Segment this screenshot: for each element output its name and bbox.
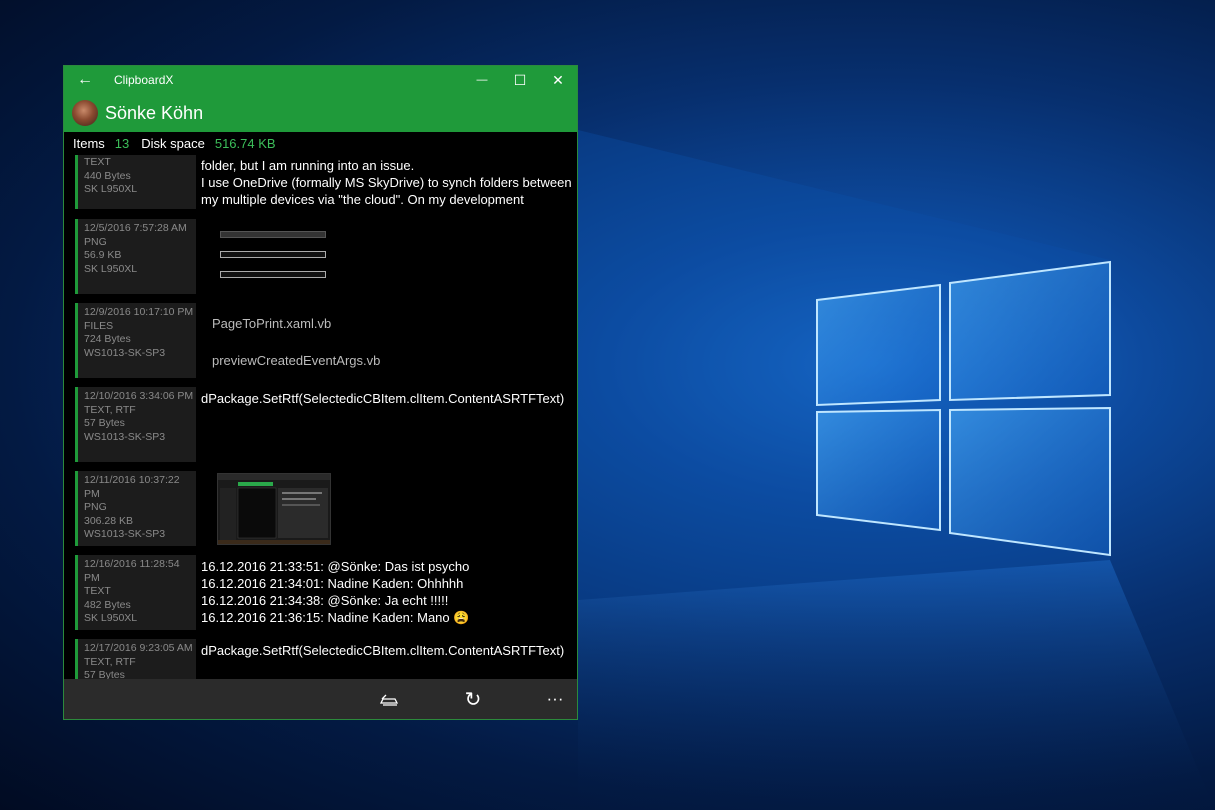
text-line: my multiple devices via "the cloud". On … xyxy=(201,192,524,207)
text-line: 16.12.2016 21:34:01: Nadine Kaden: Ohhhh… xyxy=(201,576,464,591)
disk-space-value: 516.74 KB xyxy=(214,135,276,151)
item-type: TEXT, RTF xyxy=(84,655,136,668)
items-label: Items xyxy=(73,135,105,151)
list-item[interactable]: TEXT 440 Bytes SK L950XL folder, but I a… xyxy=(75,155,575,211)
text-line: I use OneDrive (formally MS SkyDrive) to… xyxy=(201,175,572,190)
user-name: Sönke Köhn xyxy=(105,102,204,123)
item-text: dPackage.SetRtf(SelectedicCBItem.clItem.… xyxy=(201,390,564,407)
list-item[interactable]: 12/17/2016 9:23:05 AM TEXT, RTF 57 Bytes… xyxy=(75,639,575,680)
item-type: TEXT xyxy=(84,156,111,168)
item-device: WS1013-SK-SP3 xyxy=(84,528,166,540)
command-bar: ↻ ··· xyxy=(64,679,577,719)
item-meta: TEXT 440 Bytes SK L950XL xyxy=(75,155,196,209)
item-device: SK L950XL xyxy=(84,183,138,195)
clear-clipboard-button[interactable] xyxy=(369,679,409,719)
item-timestamp: 12/5/2016 7:57:28 AM xyxy=(84,222,187,234)
clipboard-list[interactable]: TEXT 440 Bytes SK L950XL folder, but I a… xyxy=(64,155,577,680)
text-line: 16.12.2016 21:33:51: @Sönke: Das ist psy… xyxy=(201,559,470,574)
user-header: Sönke Köhn xyxy=(64,94,577,132)
item-text: 16.12.2016 21:33:51: @Sönke: Das ist psy… xyxy=(201,558,469,626)
maximize-icon: ☐ xyxy=(513,71,527,88)
list-item[interactable]: 12/10/2016 3:34:06 PM TEXT, RTF 57 Bytes… xyxy=(75,387,575,463)
item-device: WS1013-SK-SP3 xyxy=(84,346,166,359)
file-name: previewCreatedEventArgs.vb xyxy=(212,353,381,368)
more-icon: ··· xyxy=(546,689,564,708)
file-name: PageToPrint.xaml.vb xyxy=(212,316,332,331)
list-item[interactable]: 12/16/2016 11:28:54 PM TEXT 482 Bytes SK… xyxy=(75,555,575,631)
avatar[interactable] xyxy=(72,100,98,126)
title-bar: ← ClipboardX — ☐ ✕ xyxy=(64,66,577,94)
image-thumbnail xyxy=(217,473,331,545)
item-type: FILES xyxy=(84,319,114,332)
item-timestamp: 12/17/2016 9:23:05 AM xyxy=(84,642,193,654)
item-timestamp: 12/10/2016 3:34:06 PM xyxy=(84,390,194,402)
item-meta: 12/5/2016 7:57:28 AM PNG 56.9 KB SK L950… xyxy=(75,219,196,294)
item-type: PNG xyxy=(84,235,107,248)
item-device: SK L950XL xyxy=(84,262,138,275)
item-text: dPackage.SetRtf(SelectedicCBItem.clItem.… xyxy=(201,642,564,659)
item-timestamp: 12/9/2016 10:17:10 PM xyxy=(84,306,194,318)
items-count: 13 xyxy=(114,135,130,151)
clear-clipboard-icon xyxy=(380,694,398,706)
file-list: PageToPrint.xaml.vb previewCreatedEventA… xyxy=(212,315,380,369)
item-text: folder, but I am running into an issue. … xyxy=(201,157,572,208)
item-size: 306.28 KB xyxy=(84,514,134,527)
item-timestamp: 12/16/2016 11:28:54 PM xyxy=(84,558,180,584)
image-thumbnail xyxy=(214,221,332,291)
refresh-icon: ↻ xyxy=(464,688,482,711)
back-button[interactable]: ← xyxy=(64,66,106,94)
text-line: dPackage.SetRtf(SelectedicCBItem.clItem.… xyxy=(201,643,565,658)
item-type: TEXT, RTF xyxy=(84,403,136,416)
text-line: 16.12.2016 21:36:15: Nadine Kaden: Mano … xyxy=(201,610,470,625)
back-arrow-icon: ← xyxy=(77,71,93,88)
item-size: 482 Bytes xyxy=(84,598,131,611)
item-size: 724 Bytes xyxy=(84,333,131,345)
stats-bar: Items 13 Disk space 516.74 KB xyxy=(64,132,577,154)
clipboardx-window: ← ClipboardX — ☐ ✕ Sönke Köhn Items 13 D… xyxy=(63,65,578,720)
item-meta: 12/11/2016 10:37:22 PM PNG 306.28 KB WS1… xyxy=(75,471,196,546)
item-meta: 12/16/2016 11:28:54 PM TEXT 482 Bytes SK… xyxy=(75,555,196,630)
item-size: 56.9 KB xyxy=(84,249,122,261)
item-size: 440 Bytes xyxy=(84,169,131,182)
item-device: WS1013-SK-SP3 xyxy=(84,430,166,443)
item-meta: 12/17/2016 9:23:05 AM TEXT, RTF 57 Bytes xyxy=(75,639,196,680)
text-line: folder, but I am running into an issue. xyxy=(201,158,415,173)
list-item[interactable]: 12/9/2016 10:17:10 PM FILES 724 Bytes WS… xyxy=(75,303,575,379)
text-line: 16.12.2016 21:34:38: @Sönke: Ja echt !!!… xyxy=(201,593,449,608)
item-meta: 12/10/2016 3:34:06 PM TEXT, RTF 57 Bytes… xyxy=(75,387,196,462)
item-meta: 12/9/2016 10:17:10 PM FILES 724 Bytes WS… xyxy=(75,303,196,378)
item-timestamp: 12/11/2016 10:37:22 PM xyxy=(84,474,180,500)
list-item[interactable]: 12/11/2016 10:37:22 PM PNG 306.28 KB WS1… xyxy=(75,471,575,547)
item-type: TEXT xyxy=(84,585,111,597)
refresh-button[interactable]: ↻ xyxy=(453,679,493,719)
minimize-icon: — xyxy=(476,74,488,86)
more-button[interactable]: ··· xyxy=(535,679,575,719)
item-type: PNG xyxy=(84,501,107,513)
close-icon: ✕ xyxy=(552,71,564,88)
disk-space-label: Disk space xyxy=(141,135,205,151)
item-device: SK L950XL xyxy=(84,612,138,624)
text-line: dPackage.SetRtf(SelectedicCBItem.clItem.… xyxy=(201,391,565,406)
close-button[interactable]: ✕ xyxy=(539,66,577,94)
app-title: ClipboardX xyxy=(114,73,174,87)
minimize-button[interactable]: — xyxy=(463,66,501,94)
item-size: 57 Bytes xyxy=(84,417,125,429)
list-item[interactable]: 12/5/2016 7:57:28 AM PNG 56.9 KB SK L950… xyxy=(75,219,575,295)
maximize-button[interactable]: ☐ xyxy=(501,66,539,94)
